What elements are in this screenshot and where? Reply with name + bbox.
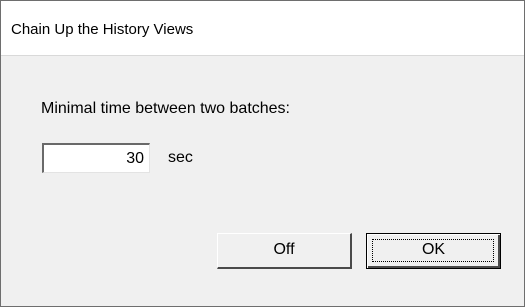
dialog-window: Chain Up the History Views Minimal time … bbox=[0, 0, 525, 307]
min-time-label: Minimal time between two batches: bbox=[41, 100, 290, 117]
dialog-content: Minimal time between two batches: 30 sec… bbox=[1, 56, 524, 306]
title-bar[interactable]: Chain Up the History Views bbox=[1, 1, 524, 56]
window-title: Chain Up the History Views bbox=[11, 21, 194, 38]
time-unit-label: sec bbox=[168, 149, 193, 166]
ok-button-label: OK bbox=[421, 241, 446, 258]
off-button[interactable]: Off bbox=[217, 233, 352, 269]
min-time-input[interactable]: 30 bbox=[42, 143, 150, 173]
ok-button[interactable]: OK bbox=[366, 233, 501, 269]
